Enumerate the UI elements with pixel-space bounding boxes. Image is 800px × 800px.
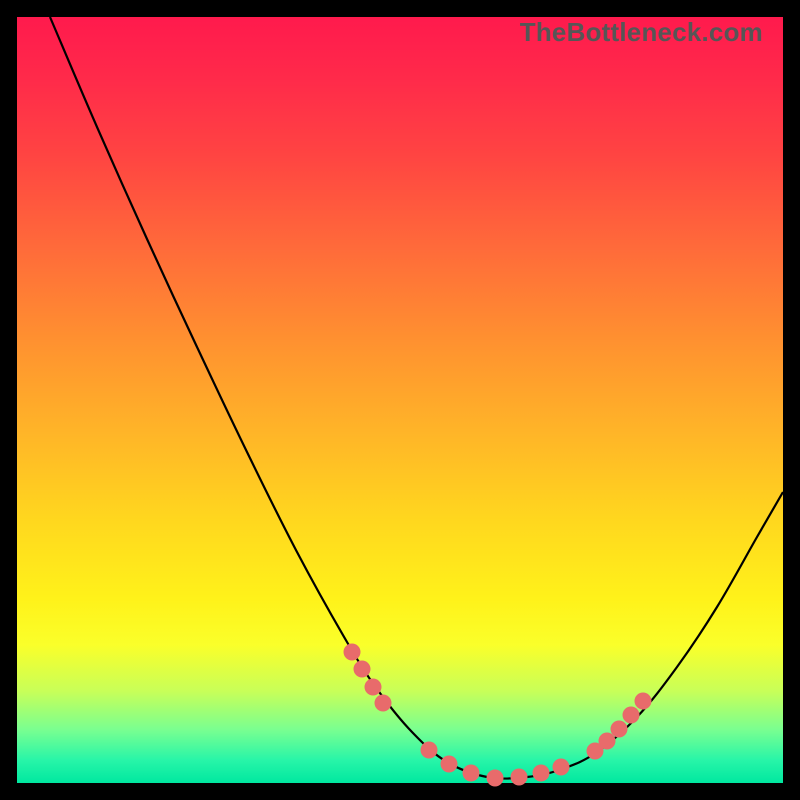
data-dot bbox=[635, 693, 652, 710]
data-dot bbox=[344, 644, 361, 661]
data-dot bbox=[354, 661, 371, 678]
data-dot bbox=[599, 733, 616, 750]
data-dot bbox=[511, 769, 528, 786]
chart-frame: TheBottleneck.com bbox=[0, 0, 800, 800]
plot-area: TheBottleneck.com bbox=[17, 17, 783, 783]
data-dot bbox=[533, 765, 550, 782]
curve-svg bbox=[17, 17, 783, 783]
data-dot bbox=[365, 679, 382, 696]
data-dot bbox=[375, 695, 392, 712]
data-dot bbox=[441, 756, 458, 773]
data-dot bbox=[463, 765, 480, 782]
data-dots bbox=[344, 644, 652, 787]
data-dot bbox=[553, 759, 570, 776]
data-dot bbox=[487, 770, 504, 787]
bottleneck-curve bbox=[50, 17, 783, 779]
data-dot bbox=[611, 721, 628, 738]
data-dot bbox=[421, 742, 438, 759]
data-dot bbox=[623, 707, 640, 724]
